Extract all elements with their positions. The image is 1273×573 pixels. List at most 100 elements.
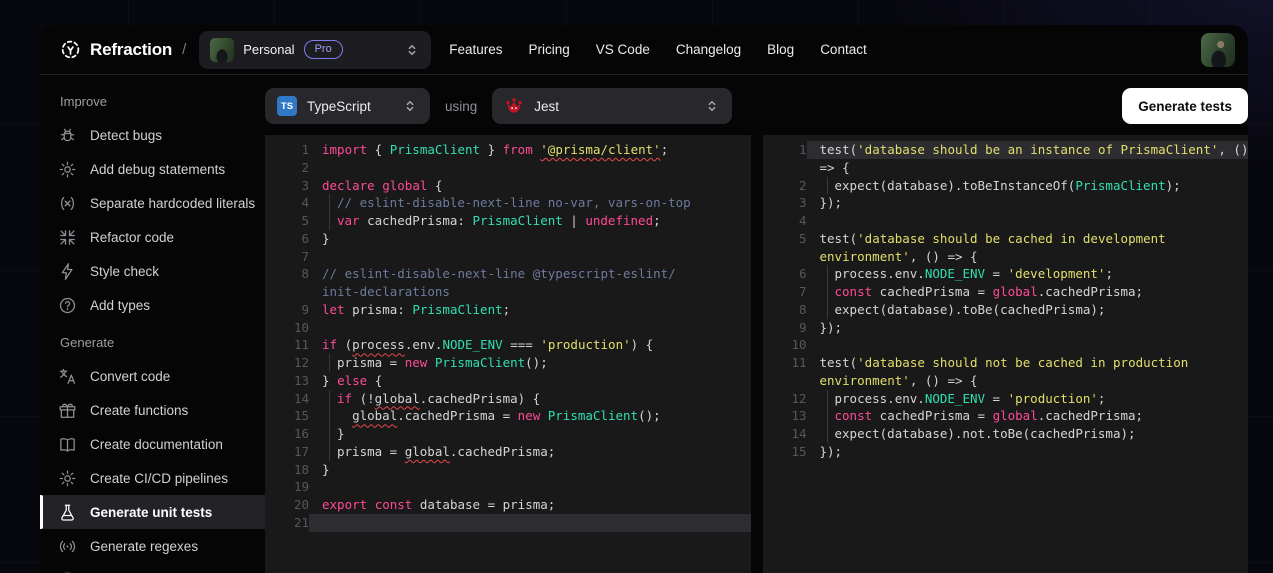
literals-icon <box>58 194 77 213</box>
line-number: 1 <box>763 141 807 159</box>
code-line: 4 <box>763 212 1249 230</box>
user-avatar[interactable] <box>1201 33 1235 67</box>
sidebar-item-separate-hardcoded-literals[interactable]: Separate hardcoded literals <box>40 186 265 220</box>
refraction-logo-icon <box>60 39 81 60</box>
sidebar-item-refactor-code[interactable]: Refactor code <box>40 220 265 254</box>
sidebar-item-label: Generate unit tests <box>90 505 212 520</box>
sidebar-item-generate-regexes[interactable]: Generate regexes <box>40 529 265 563</box>
line-number: 13 <box>265 372 309 390</box>
app-header: Refraction / Personal Pro Features Pricin… <box>40 25 1248 75</box>
language-select[interactable]: TS TypeScript <box>265 88 430 124</box>
line-number: 10 <box>265 319 309 337</box>
line-number: 12 <box>763 390 807 408</box>
nav-link-vs-code[interactable]: VS Code <box>596 42 650 57</box>
sidebar-item-create-documentation[interactable]: Create documentation <box>40 427 265 461</box>
code-line: 5var cachedPrisma: PrismaClient | undefi… <box>265 212 751 230</box>
sidebar-item-convert-code[interactable]: Convert code <box>40 359 265 393</box>
main-area: TS TypeScript using <box>265 75 1248 573</box>
line-number: 15 <box>763 443 807 461</box>
sidebar-item-generate-sql-queries[interactable]: Generate SQL queries <box>40 563 265 573</box>
flask-icon <box>58 503 77 522</box>
gear-icon <box>58 160 77 179</box>
indent-guide <box>827 390 835 408</box>
line-number: 11 <box>763 354 807 372</box>
line-number: 5 <box>763 230 807 248</box>
brand[interactable]: Refraction <box>60 39 172 60</box>
sidebar-item-label: Refactor code <box>90 230 174 245</box>
line-number: 7 <box>265 248 309 266</box>
code-line: environment', () => { <box>763 372 1249 390</box>
code-line: 13} else { <box>265 372 751 390</box>
book-icon <box>58 435 77 454</box>
code-line: environment', () => { <box>763 248 1249 266</box>
line-number <box>763 159 807 177</box>
line-number: 1 <box>265 141 309 159</box>
indent-guide <box>827 425 835 443</box>
brand-name: Refraction <box>90 40 172 60</box>
nav-link-blog[interactable]: Blog <box>767 42 794 57</box>
code-line: 2 <box>265 159 751 177</box>
chevron-updown-icon <box>704 98 720 114</box>
code-line: 11if (process.env.NODE_ENV === 'producti… <box>265 336 751 354</box>
sidebar-item-label: Create documentation <box>90 437 223 452</box>
sidebar-item-label: Style check <box>90 264 159 279</box>
workspace-switcher[interactable]: Personal Pro <box>199 31 431 69</box>
sidebar-item-create-ci-cd-pipelines[interactable]: Create CI/CD pipelines <box>40 461 265 495</box>
translate-icon <box>58 367 77 386</box>
generate-tests-button[interactable]: Generate tests <box>1122 88 1248 124</box>
line-number <box>763 248 807 266</box>
indent-guide <box>329 354 337 372</box>
nav-link-changelog[interactable]: Changelog <box>676 42 741 57</box>
generated-tests-editor[interactable]: 1test('database should be an instance of… <box>763 135 1249 573</box>
pro-badge: Pro <box>304 40 343 59</box>
page-background: Refraction / Personal Pro Features Pricin… <box>0 0 1273 573</box>
line-number: 3 <box>763 194 807 212</box>
sidebar-item-style-check[interactable]: Style check <box>40 254 265 288</box>
lightning-icon <box>58 262 77 281</box>
line-number: 18 <box>265 461 309 479</box>
code-line: 20export const database = prisma; <box>265 496 751 514</box>
chevron-updown-icon <box>404 42 420 58</box>
line-number: 13 <box>763 407 807 425</box>
code-line: 11test('database should not be cached in… <box>763 354 1249 372</box>
sidebar-item-add-debug-statements[interactable]: Add debug statements <box>40 152 265 186</box>
indent-guide <box>329 212 337 230</box>
app-card: Refraction / Personal Pro Features Pricin… <box>40 25 1248 573</box>
line-number <box>763 372 807 390</box>
breadcrumb-separator: / <box>182 41 186 58</box>
indent-guide <box>329 407 337 425</box>
regex-icon <box>58 537 77 556</box>
line-number: 8 <box>265 265 309 283</box>
sidebar-item-create-functions[interactable]: Create functions <box>40 393 265 427</box>
line-number: 9 <box>763 319 807 337</box>
indent-guide <box>827 177 835 195</box>
code-line: 7 <box>265 248 751 266</box>
code-line: 1import { PrismaClient } from '@prisma/c… <box>265 141 751 159</box>
indent-guide <box>329 425 337 443</box>
code-line: 7const cachedPrisma = global.cachedPrism… <box>763 283 1249 301</box>
line-number: 4 <box>763 212 807 230</box>
framework-select[interactable]: Jest <box>492 88 732 124</box>
sidebar-item-generate-unit-tests[interactable]: Generate unit tests <box>40 495 265 529</box>
nav-link-contact[interactable]: Contact <box>820 42 867 57</box>
sidebar-item-label: Detect bugs <box>90 128 162 143</box>
nav-link-pricing[interactable]: Pricing <box>529 42 570 57</box>
line-number: 19 <box>265 478 309 496</box>
code-line: 15 global.cachedPrisma = new PrismaClien… <box>265 407 751 425</box>
line-number: 3 <box>265 177 309 195</box>
line-number: 4 <box>265 194 309 212</box>
line-number: 6 <box>763 265 807 283</box>
code-line: 12prisma = new PrismaClient(); <box>265 354 751 372</box>
sidebar-item-add-types[interactable]: Add types <box>40 288 265 322</box>
main-nav: Features Pricing VS Code Changelog Blog Conta… <box>449 42 866 57</box>
source-code-editor[interactable]: 1import { PrismaClient } from '@prisma/c… <box>265 135 751 573</box>
nav-link-features[interactable]: Features <box>449 42 502 57</box>
code-line: 14if (!global.cachedPrisma) { <box>265 390 751 408</box>
indent-guide <box>827 407 835 425</box>
indent-guide <box>827 301 835 319</box>
code-line: 10 <box>763 336 1249 354</box>
code-line: => { <box>763 159 1249 177</box>
sidebar-item-detect-bugs[interactable]: Detect bugs <box>40 118 265 152</box>
chevron-updown-icon <box>402 98 418 114</box>
sidebar: ImproveDetect bugsAdd debug statementsSe… <box>40 75 265 573</box>
